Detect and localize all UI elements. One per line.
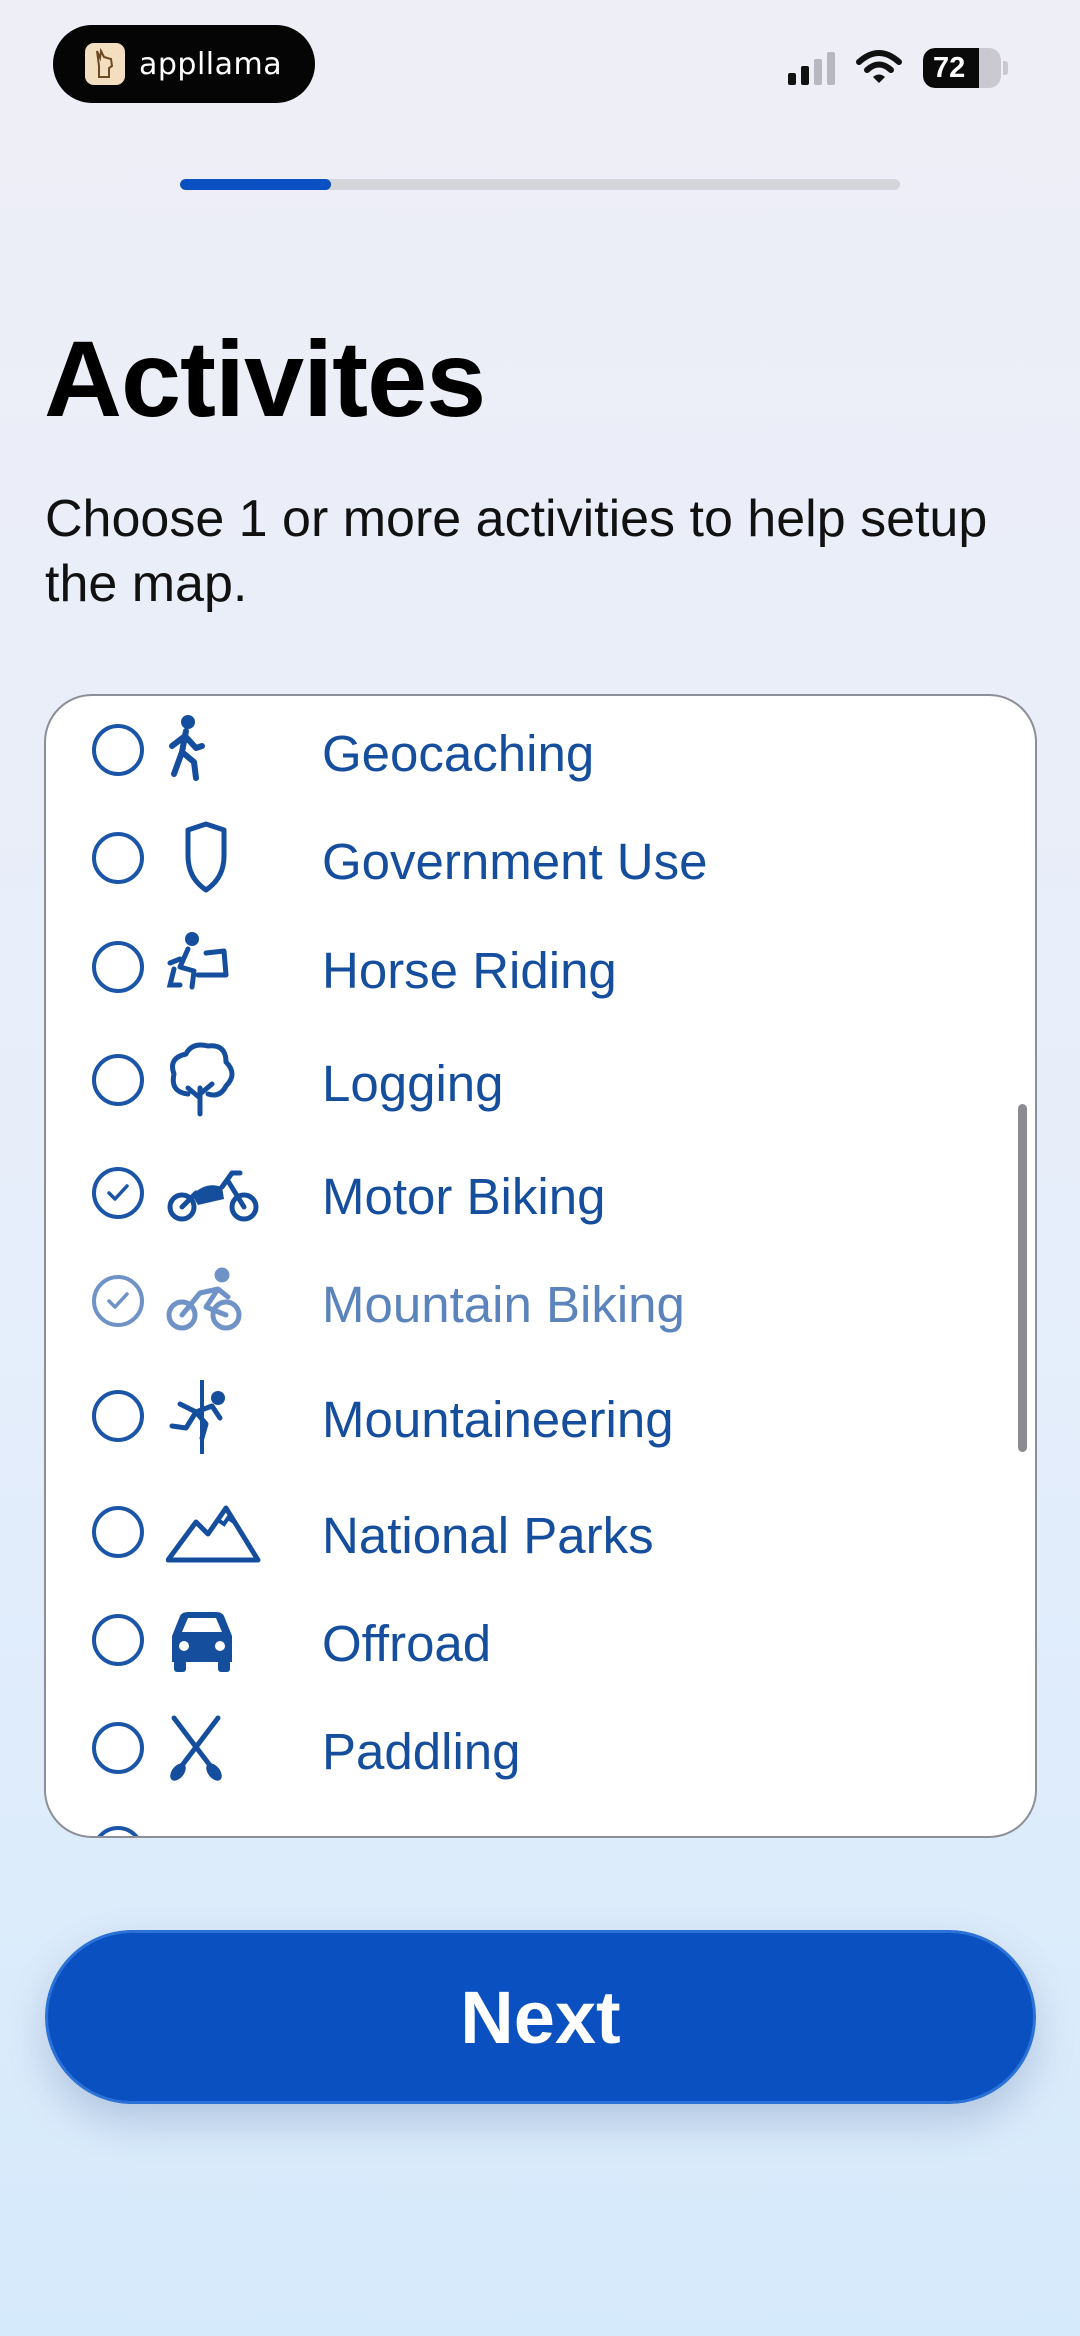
activity-label: Horse Riding bbox=[322, 942, 617, 999]
onboarding-progress-bar bbox=[180, 179, 900, 190]
activity-row-logging[interactable]: Logging bbox=[46, 1016, 1035, 1118]
unchecked-radio-icon[interactable] bbox=[92, 724, 144, 776]
activity-row-mountain-biking[interactable]: Mountain Biking bbox=[46, 1237, 1035, 1337]
activity-label: Mountain Biking bbox=[322, 1276, 685, 1333]
battery-indicator: 72 bbox=[923, 48, 1001, 88]
checked-radio-icon[interactable] bbox=[92, 1275, 144, 1327]
activity-label: Paddling bbox=[322, 1723, 521, 1780]
progress-fill bbox=[180, 179, 332, 190]
activity-label: Motor Biking bbox=[322, 1168, 606, 1225]
activity-row-partial[interactable] bbox=[46, 1796, 1035, 1836]
activity-row-geocaching[interactable]: Geocaching bbox=[46, 696, 1035, 788]
unchecked-radio-icon[interactable] bbox=[92, 1506, 144, 1558]
activity-row-offroad[interactable]: Offroad bbox=[46, 1576, 1035, 1676]
activity-label: National Parks bbox=[322, 1507, 654, 1564]
unchecked-radio-icon[interactable] bbox=[92, 941, 144, 993]
car-icon bbox=[166, 1602, 266, 1678]
climber-icon bbox=[166, 1378, 266, 1454]
unchecked-radio-icon[interactable] bbox=[92, 1614, 144, 1666]
activity-label: Logging bbox=[322, 1055, 504, 1112]
page-subtitle: Choose 1 or more activities to help setu… bbox=[45, 490, 988, 613]
activity-row-national-parks[interactable]: National Parks bbox=[46, 1468, 1035, 1568]
unchecked-radio-icon[interactable] bbox=[92, 1390, 144, 1442]
activity-label: Mountaineering bbox=[322, 1391, 674, 1448]
hiker-icon bbox=[166, 712, 266, 788]
shield-icon bbox=[166, 820, 266, 896]
wifi-icon bbox=[856, 50, 902, 83]
checked-radio-icon[interactable] bbox=[92, 1167, 144, 1219]
activity-list[interactable]: Geocaching Government Use Horse Riding L… bbox=[44, 694, 1037, 1838]
unchecked-radio-icon[interactable] bbox=[92, 1722, 144, 1774]
list-scrollbar[interactable] bbox=[1018, 1104, 1027, 1452]
unchecked-radio-icon[interactable] bbox=[92, 832, 144, 884]
activity-label: Offroad bbox=[322, 1615, 492, 1672]
llama-logo-icon bbox=[85, 43, 125, 85]
app-badge[interactable]: appllama bbox=[53, 25, 315, 103]
battery-level: 72 bbox=[933, 51, 966, 84]
activity-row-motor-biking[interactable]: Motor Biking bbox=[46, 1129, 1035, 1229]
tree-icon bbox=[166, 1042, 266, 1118]
motorbike-icon bbox=[166, 1155, 266, 1231]
page-title: Activites bbox=[44, 318, 486, 439]
activity-row-paddling[interactable]: Paddling bbox=[46, 1684, 1035, 1784]
activity-row-government-use[interactable]: Government Use bbox=[46, 794, 1035, 894]
app-badge-label: appllama bbox=[139, 46, 283, 82]
activity-label: Government Use bbox=[322, 833, 708, 890]
unchecked-radio-icon[interactable] bbox=[92, 1826, 144, 1836]
activity-row-horse-riding[interactable]: Horse Riding bbox=[46, 903, 1035, 1003]
mountains-icon bbox=[165, 1494, 266, 1570]
cellular-signal-icon bbox=[788, 51, 835, 85]
bicycle-icon bbox=[166, 1263, 266, 1339]
status-icons: 72 bbox=[788, 48, 1008, 88]
activity-row-mountaineering[interactable]: Mountaineering bbox=[46, 1352, 1035, 1454]
unchecked-radio-icon[interactable] bbox=[92, 1054, 144, 1106]
horse-rider-icon bbox=[166, 929, 266, 1005]
activity-label: Geocaching bbox=[322, 725, 595, 782]
next-button[interactable]: Next bbox=[45, 1930, 1036, 2104]
crossed-paddles-icon bbox=[166, 1710, 266, 1786]
